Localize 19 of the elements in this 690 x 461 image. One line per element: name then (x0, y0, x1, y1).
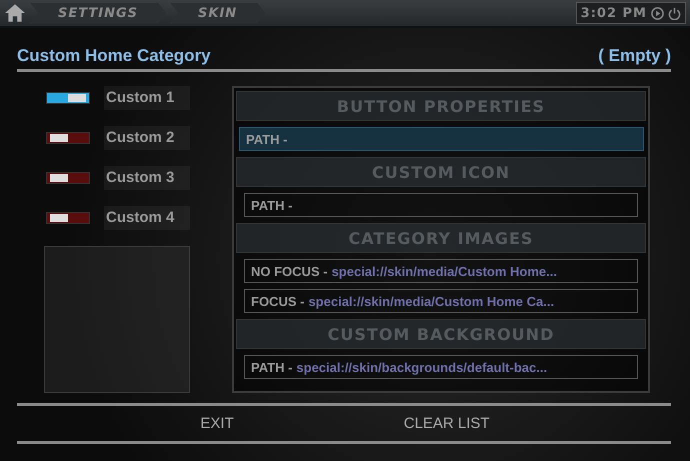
home-icon[interactable] (4, 3, 26, 23)
path-field[interactable]: PATH - (244, 193, 638, 217)
toggle-switch[interactable] (46, 172, 90, 184)
power-icon[interactable] (668, 6, 681, 20)
dialog-button[interactable]: EXIT (190, 411, 244, 436)
toggle-switch[interactable] (46, 132, 90, 144)
toggle-switch[interactable] (46, 92, 90, 104)
path-field[interactable]: PATH - (239, 127, 644, 151)
breadcrumb[interactable]: SETTINGS (30, 2, 166, 24)
breadcrumb[interactable]: SKIN (170, 2, 266, 24)
status-label: ( Empty ) (598, 46, 671, 66)
path-field[interactable]: NO FOCUS - special://skin/media/Custom Home... (244, 259, 638, 283)
toggle-switch[interactable] (46, 212, 90, 224)
play-icon[interactable] (651, 6, 664, 20)
dialog-title: Custom Home Category (17, 46, 211, 66)
path-field[interactable]: FOCUS - special://skin/media/Custom Home Ca... (244, 289, 638, 313)
path-field[interactable]: PATH - special://skin/backgrounds/default-bac... (244, 355, 638, 379)
clock: 3:02 PM (580, 6, 647, 20)
dialog-button[interactable]: CLEAR LIST (394, 411, 500, 436)
